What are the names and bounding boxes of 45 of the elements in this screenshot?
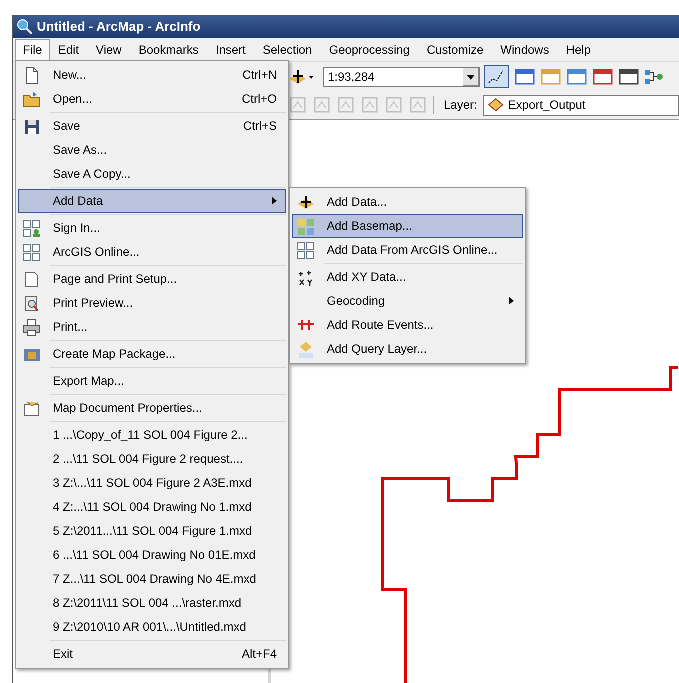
menu-item[interactable]: 5 Z:\2011...\11 SOL 004 Figure 1.mxd — [18, 519, 286, 543]
menu-item[interactable]: 6 ...\11 SOL 004 Drawing No 01E.mxd — [18, 543, 286, 567]
menu-item[interactable]: Add Route Events... — [292, 313, 523, 337]
menu-item[interactable]: 7 Z...\11 SOL 004 Drawing No 4E.mxd — [18, 567, 286, 591]
menu-bar-item[interactable]: View — [89, 38, 129, 60]
menu-item[interactable]: Add Data — [18, 189, 286, 213]
menu-item[interactable]: Add Data From ArcGIS Online... — [292, 238, 523, 262]
layer-label: Layer: — [444, 97, 478, 114]
menu-item[interactable]: 9 Z:\2010\10 AR 001\...\Untitled.mxd — [18, 615, 286, 639]
menu-bar-item[interactable]: File — [15, 38, 50, 60]
menu-item[interactable]: Add Basemap... — [292, 214, 523, 238]
menu-item[interactable]: Page and Print Setup... — [18, 267, 286, 291]
menu-bar-item[interactable]: Customize — [420, 38, 491, 60]
menu-item[interactable]: Save As... — [18, 138, 286, 162]
menu-item[interactable]: Add XY Data... — [292, 265, 523, 289]
menu-item[interactable]: Add Data... — [292, 190, 523, 214]
menu-bar-item[interactable]: Geoprocessing — [322, 38, 417, 60]
menu-item[interactable]: Print Preview... — [18, 291, 286, 315]
layer-dropdown[interactable]: Export_Output — [483, 94, 679, 116]
menu-item[interactable]: New... Ctrl+N — [18, 63, 286, 87]
menu-item[interactable]: ArcGIS Online... — [18, 240, 286, 264]
menu-item[interactable]: Create Map Package... — [18, 342, 286, 366]
menu-item[interactable]: Exit Alt+F4 — [18, 642, 286, 666]
menu-item[interactable]: Open... Ctrl+O — [18, 87, 286, 111]
menu-item[interactable]: Export Map... — [18, 369, 286, 393]
menu-bar-item[interactable]: Help — [559, 38, 598, 60]
menu-bar-item[interactable]: Bookmarks — [132, 38, 206, 60]
window-title: Untitled - ArcMap - ArcInfo — [37, 18, 201, 36]
menu-item[interactable]: Map Document Properties... — [18, 396, 286, 420]
menu-item[interactable]: Geocoding — [292, 289, 523, 313]
menu-bar-item[interactable]: Edit — [51, 38, 86, 60]
menu-item[interactable]: Print... — [18, 315, 286, 339]
menu-bar-item[interactable]: Windows — [494, 38, 556, 60]
menu-item[interactable]: Sign In... — [18, 216, 286, 240]
menu-bar-item[interactable]: Selection — [256, 38, 320, 60]
menu-item[interactable]: Save Ctrl+S — [18, 114, 286, 138]
menu-item[interactable]: Add Query Layer... — [292, 337, 523, 361]
menu-item[interactable]: 3 Z:\...\11 SOL 004 Figure 2 A3E.mxd — [18, 471, 286, 495]
menu-bar-item[interactable]: Insert — [208, 38, 253, 60]
menu-item[interactable]: 1 ...\Copy_of_11 SOL 004 Figure 2... — [18, 423, 286, 447]
menu-item[interactable]: Save A Copy... — [18, 162, 286, 186]
scale-field[interactable]: 1:93,284 — [323, 66, 480, 86]
menu-item[interactable]: 8 Z:\2011\11 SOL 004 ...\raster.mxd — [18, 591, 286, 615]
menu-item[interactable]: 4 Z:...\11 SOL 004 Drawing No 1.mxd — [18, 495, 286, 519]
menu-item[interactable]: 2 ...\11 SOL 004 Figure 2 request.... — [18, 447, 286, 471]
